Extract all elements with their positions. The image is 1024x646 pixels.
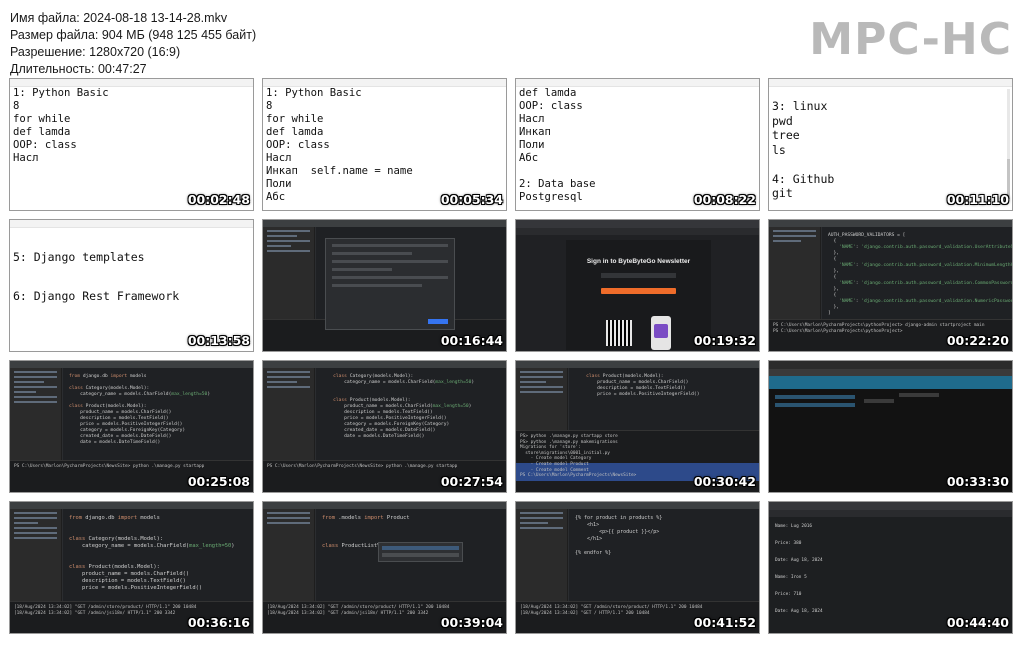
qr-code-icon — [606, 320, 632, 346]
timestamp: 00:36:16 — [187, 615, 250, 630]
scrollbar[interactable] — [1007, 89, 1010, 199]
thumbnail-3[interactable]: def lamda OOP: class Насл Инкап Поли Абс… — [515, 78, 760, 211]
timestamp: 00:16:44 — [440, 333, 503, 348]
thumbnail-2[interactable]: 1: Python Basic 8 for while def lamda OO… — [262, 78, 507, 211]
file-size: Размер файла: 904 МБ (948 125 455 байт) — [10, 28, 257, 42]
timestamp: 00:08:22 — [693, 192, 756, 207]
notepad-text: 1: Python Basic 8 for while def lamda OO… — [266, 87, 413, 203]
thumbnail-11[interactable]: class Product(models.Model): product_nam… — [515, 360, 760, 493]
thumbnail-8[interactable]: AUTH_PASSWORD_VALIDATORS = [ { 'NAME': '… — [768, 219, 1013, 352]
timestamp: 00:13:58 — [187, 333, 250, 348]
admin-header — [769, 376, 1012, 389]
thumbnail-13[interactable]: from django.db import models class Categ… — [9, 501, 254, 634]
timestamp: 00:25:08 — [187, 474, 250, 489]
notepad-text: def lamda OOP: class Насл Инкап Поли Абс… — [519, 87, 596, 203]
duration: Длительность: 00:47:27 — [10, 62, 147, 76]
signin-title: Sign in to ByteByteGo Newsletter — [586, 258, 691, 265]
resolution: Разрешение: 1280x720 (16:9) — [10, 45, 181, 59]
autocomplete-popup[interactable] — [378, 542, 463, 562]
timestamp: 00:39:04 — [440, 615, 503, 630]
settings-dialog — [325, 238, 455, 330]
file-name: Имя файла: 2024-08-18 13-14-28.mkv — [10, 11, 228, 25]
thumbnail-14[interactable]: from .models import Product class Produc… — [262, 501, 507, 634]
timestamp: 00:44:40 — [946, 615, 1009, 630]
timestamp: 00:05:34 — [440, 192, 503, 207]
timestamp: 00:22:20 — [946, 333, 1009, 348]
thumbnail-7[interactable]: Sign in to ByteByteGo Newsletter 00:19:3… — [515, 219, 760, 352]
thumbnail-grid: 1: Python Basic 8 for while def lamda OO… — [9, 78, 1013, 634]
mpc-hc-logo: MPC-HC — [809, 14, 1012, 65]
timestamp: 00:30:42 — [693, 474, 756, 489]
thumbnail-6[interactable]: 00:16:44 — [262, 219, 507, 352]
timestamp: 00:27:54 — [440, 474, 503, 489]
thumbnail-9[interactable]: from django.db import models class Categ… — [9, 360, 254, 493]
thumbnail-15[interactable]: {% for product in products %} <h1> <p>{{… — [515, 501, 760, 634]
thumbnail-16[interactable]: Name: Lug 2016 Price: 380 Date: Aug 18, … — [768, 501, 1013, 634]
timestamp: 00:41:52 — [693, 615, 756, 630]
newsletter-signin: Sign in to ByteByteGo Newsletter — [566, 240, 711, 350]
thumbnail-4[interactable]: 3: linux pwd tree ls 4: Github git 00:11… — [768, 78, 1013, 211]
thumbnail-12[interactable]: 00:33:30 — [768, 360, 1013, 493]
timestamp: 00:33:30 — [946, 474, 1009, 489]
thumbnail-5[interactable]: 5: Django templates 6: Django Rest Frame… — [9, 219, 254, 352]
notepad-text: 1: Python Basic 8 for while def lamda OO… — [13, 87, 109, 164]
phone-icon — [651, 316, 671, 350]
timestamp: 00:11:10 — [946, 192, 1009, 207]
notepad-text: 3: linux pwd tree ls 4: Github git — [772, 99, 835, 200]
timestamp: 00:19:32 — [693, 333, 756, 348]
file-info: Имя файла: 2024-08-18 13-14-28.mkv Разме… — [10, 10, 610, 78]
notepad-text: 5: Django templates 6: Django Rest Frame… — [13, 250, 180, 303]
thumbnail-10[interactable]: class Category(models.Model): category_n… — [262, 360, 507, 493]
thumbnail-1[interactable]: 1: Python Basic 8 for while def lamda OO… — [9, 78, 254, 211]
timestamp: 00:02:48 — [187, 192, 250, 207]
